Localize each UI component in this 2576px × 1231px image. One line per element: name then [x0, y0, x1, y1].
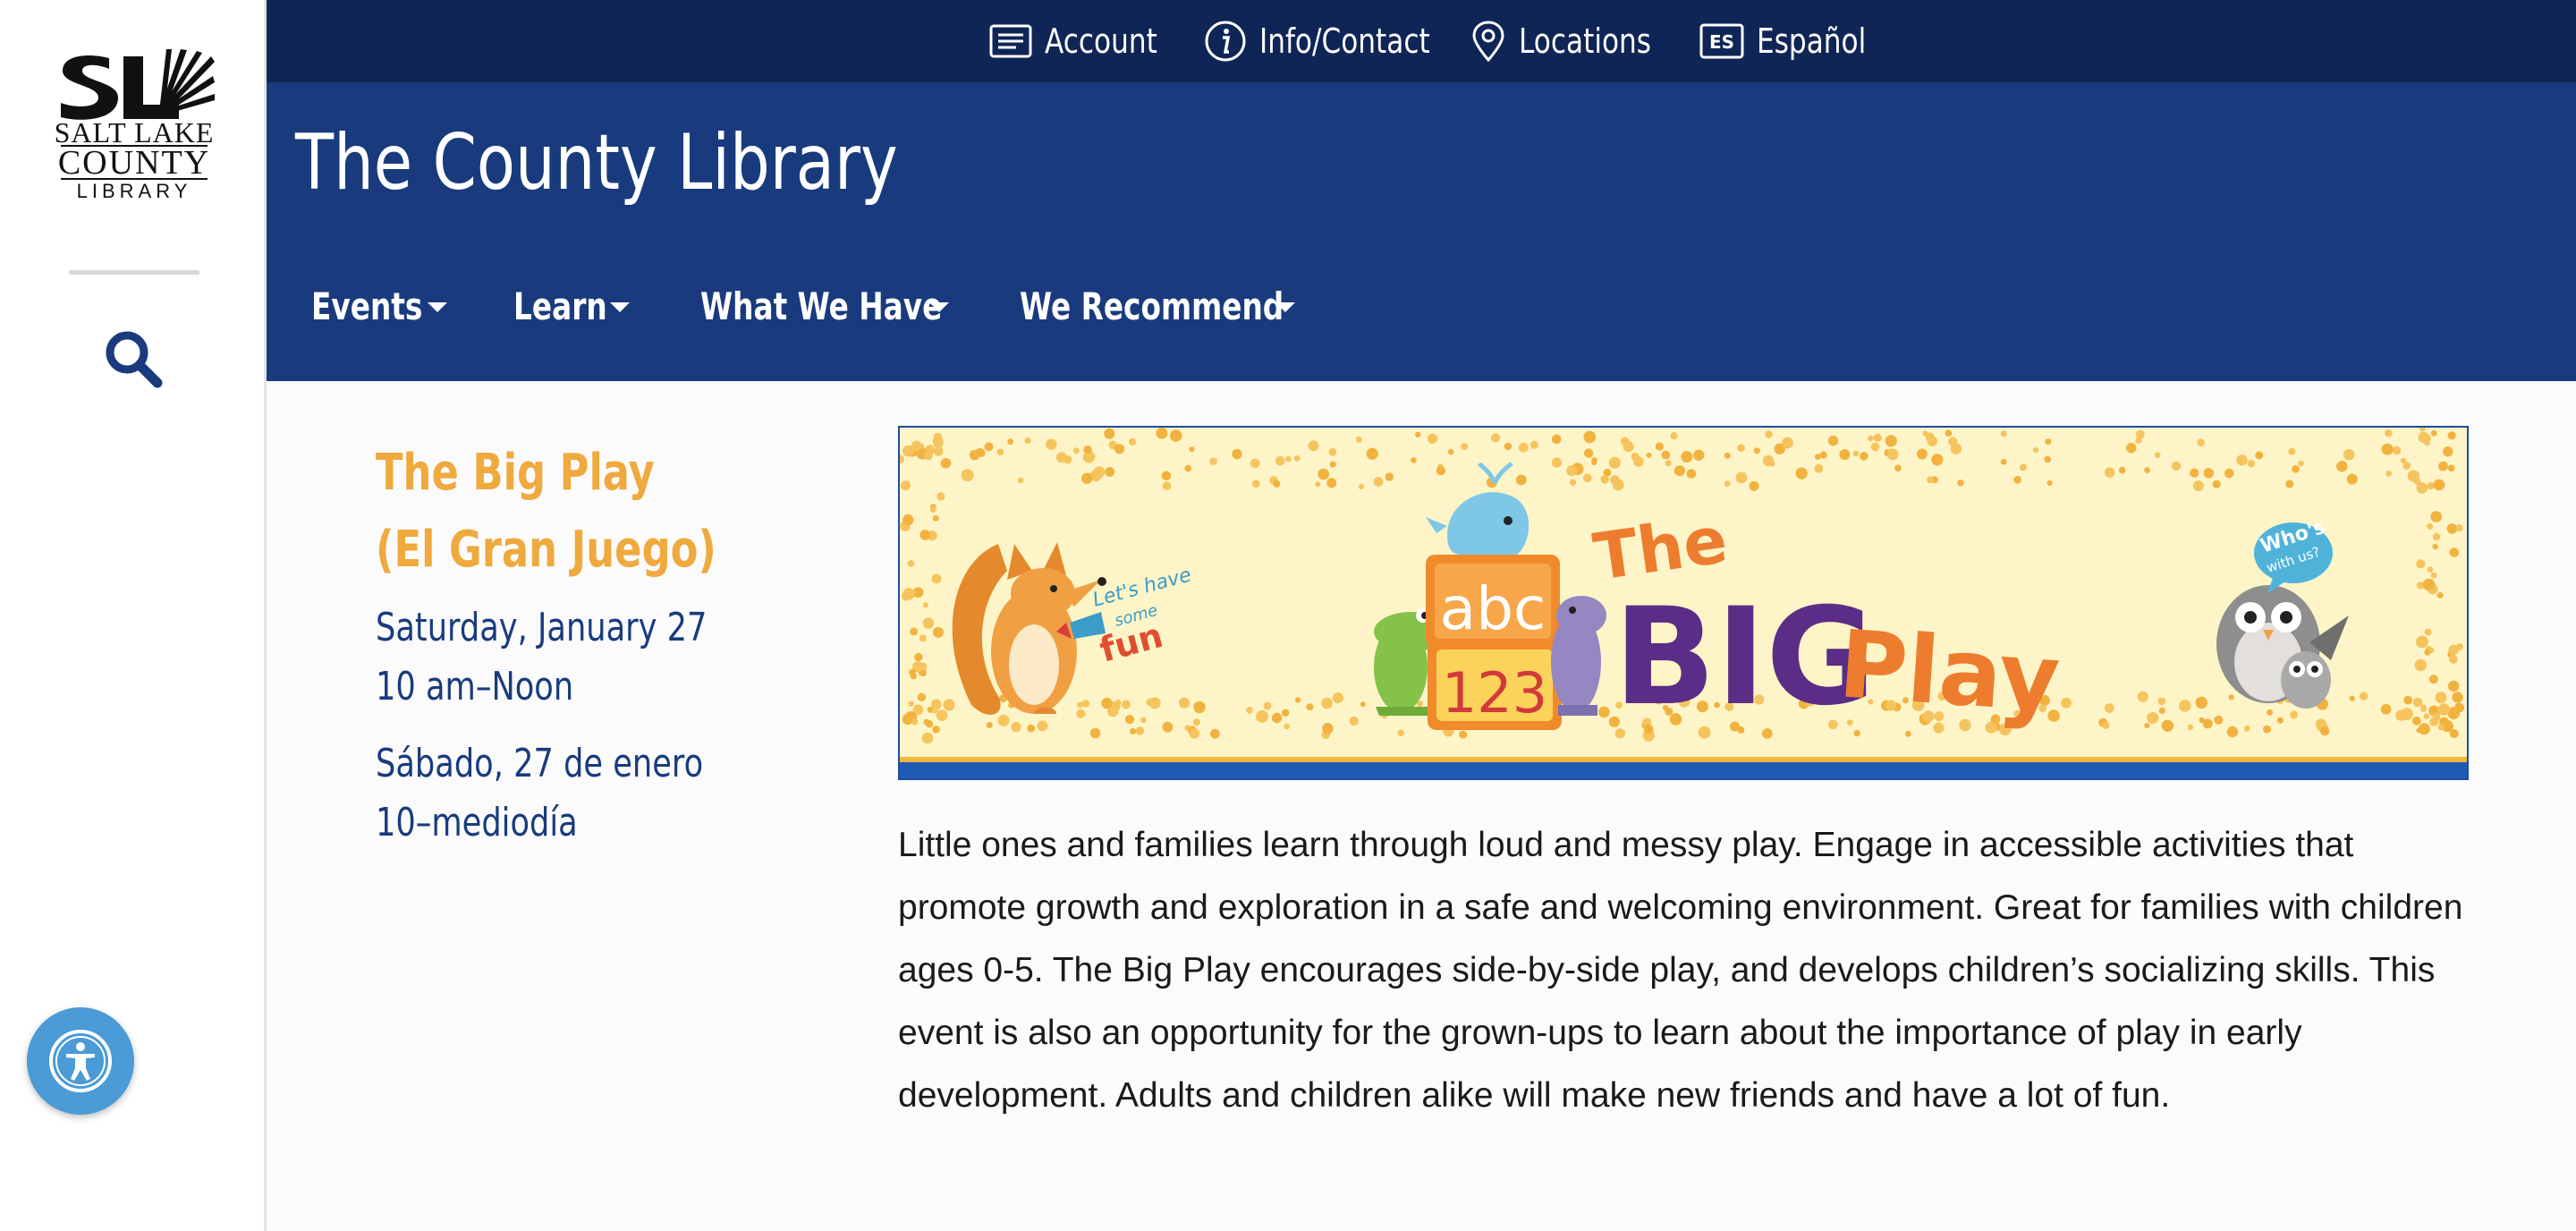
- utility-link-locations[interactable]: Locations: [1470, 16, 1681, 66]
- whale-illustration: [1426, 462, 1530, 555]
- chevron-down-icon: [929, 302, 949, 312]
- logo-text-salt-lake: SALT LAKE: [54, 116, 215, 149]
- banner-title-play: Play: [1835, 609, 2063, 734]
- chevron-down-icon: [428, 302, 447, 312]
- info-icon: [1205, 21, 1246, 62]
- utility-link-espanol[interactable]: ES Español: [1699, 16, 1890, 66]
- banner-illustration: Let's have some fun abc 123 The BIG Play…: [900, 428, 2464, 744]
- site-title[interactable]: The County Library: [295, 118, 898, 208]
- nav-label-events: Events: [311, 284, 423, 328]
- event-time-es: 10–mediodía: [376, 800, 578, 845]
- espanol-label: Español: [1757, 21, 1867, 61]
- fox-bubble-line3: fun: [1096, 616, 1167, 670]
- logo-text-library: LIBRARY: [76, 180, 192, 202]
- event-title-es: (El Gran Juego): [376, 521, 716, 579]
- salt-lake-county-library-logo[interactable]: SALT LAKE COUNTY LIBRARY: [54, 49, 215, 206]
- account-label: Account: [1045, 21, 1157, 61]
- info-contact-label: Info/Contact: [1259, 21, 1430, 61]
- nav-label-we-recommend: We Recommend: [1020, 284, 1284, 328]
- banner-blue-stripe: [900, 762, 2467, 778]
- chevron-down-icon: [610, 302, 630, 312]
- owl-illustration: [2216, 585, 2349, 709]
- event-title: The Big Play (El Gran Juego): [376, 435, 716, 589]
- chevron-down-icon: [1275, 302, 1295, 312]
- event-description: Little ones and families learn through l…: [898, 826, 2463, 1115]
- logo-text-county: COUNTY: [57, 144, 211, 182]
- nav-item-what-we-have[interactable]: What We Have: [700, 279, 1011, 333]
- accessibility-button[interactable]: [27, 1007, 134, 1115]
- es-language-icon: ES: [1699, 23, 1744, 59]
- nav-item-events[interactable]: Events: [311, 279, 454, 333]
- map-pin-icon: [1472, 21, 1504, 63]
- sidebar-divider: [69, 270, 199, 275]
- nav-item-learn[interactable]: Learn: [513, 279, 633, 333]
- nav-label-learn: Learn: [513, 284, 607, 328]
- search-button[interactable]: [102, 327, 165, 390]
- nav-item-we-recommend[interactable]: We Recommend: [1020, 279, 1359, 333]
- fox-illustration: [952, 542, 1106, 715]
- sidebar: SALT LAKE COUNTY LIBRARY: [0, 0, 267, 1231]
- big-play-banner: Let's have some fun abc 123 The BIG Play…: [898, 426, 2469, 780]
- account-card-icon: [989, 24, 1032, 58]
- site-header: The County Library Events Learn What We …: [267, 82, 2576, 381]
- utility-bar: Account Info/Contact Locations ES Españo…: [267, 0, 2576, 82]
- hippo-illustration: [1551, 596, 1606, 716]
- block-123: 123: [1442, 660, 1547, 726]
- event-date-en: Saturday, January 27: [376, 605, 708, 650]
- utility-link-account[interactable]: Account: [989, 16, 1182, 66]
- block-abc: abc: [1440, 574, 1546, 643]
- event-date-es: Sábado, 27 de enero: [376, 741, 704, 786]
- svg-text:ES: ES: [1709, 31, 1734, 53]
- abc-123-blocks: abc 123: [1426, 555, 1562, 730]
- utility-link-info-contact[interactable]: Info/Contact: [1204, 16, 1468, 66]
- nav-label-what-we-have: What We Have: [700, 284, 943, 328]
- accessibility-icon: [49, 1030, 112, 1092]
- search-icon: [106, 331, 163, 388]
- event-time-en: 10 am–Noon: [376, 664, 574, 709]
- logo-sl-mark: [61, 49, 215, 120]
- locations-label: Locations: [1519, 21, 1652, 61]
- event-title-en: The Big Play: [376, 444, 655, 502]
